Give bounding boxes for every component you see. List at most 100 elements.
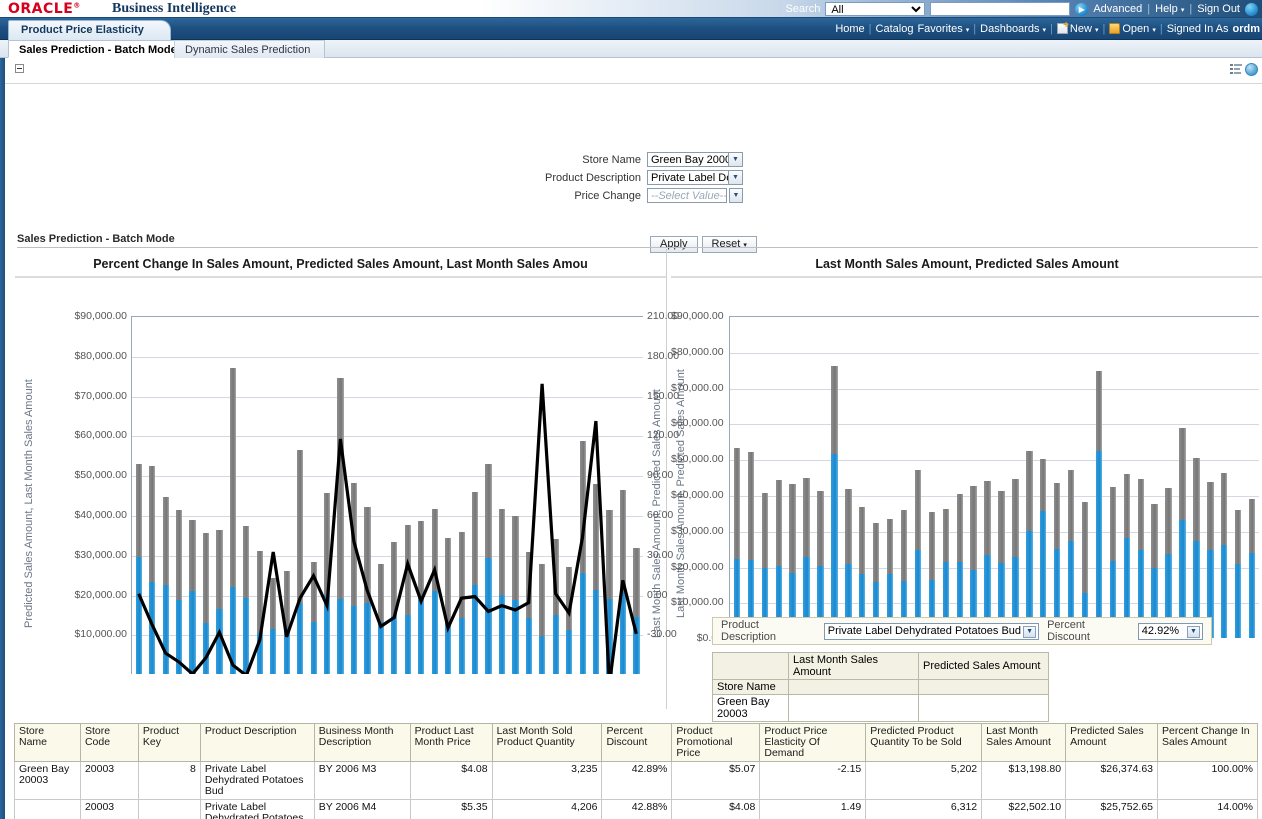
bar-predicted-sales[interactable] xyxy=(734,448,740,559)
bar-stacked[interactable] xyxy=(734,448,740,638)
bar-predicted-sales[interactable] xyxy=(943,509,949,562)
bar-predicted-sales[interactable] xyxy=(859,507,865,573)
bar-predicted-sales[interactable] xyxy=(845,489,851,564)
collapse-section-icon[interactable] xyxy=(15,64,24,73)
bar-predicted-sales[interactable] xyxy=(831,366,837,453)
bar-group[interactable] xyxy=(1134,317,1148,638)
bar-stacked[interactable] xyxy=(1068,470,1074,638)
bar-group[interactable] xyxy=(967,317,981,638)
bar-group[interactable] xyxy=(1036,317,1050,638)
bar-stacked[interactable] xyxy=(1026,451,1032,638)
bar-group[interactable] xyxy=(730,317,744,638)
bar-stacked[interactable] xyxy=(845,489,851,638)
bar-predicted-sales[interactable] xyxy=(1207,482,1213,550)
col-product-last-month-price[interactable]: Product LastMonth Price xyxy=(410,724,492,762)
bar-predicted-sales[interactable] xyxy=(776,480,782,565)
bar-group[interactable] xyxy=(744,317,758,638)
bar-stacked[interactable] xyxy=(748,452,754,638)
search-scope-select[interactable]: All xyxy=(825,2,925,16)
help-menu[interactable]: Help ▾ xyxy=(1155,3,1184,15)
bar-group[interactable] xyxy=(758,317,772,638)
bar-last-month-sales[interactable] xyxy=(1096,451,1102,638)
signed-in-username[interactable]: ordm xyxy=(1233,23,1261,35)
bar-group[interactable] xyxy=(897,317,911,638)
dashboard-tab-product-price-elasticity[interactable]: Product Price Elasticity xyxy=(8,20,171,40)
bar-predicted-sales[interactable] xyxy=(803,478,809,557)
nav-open[interactable]: Open ▾ xyxy=(1109,23,1156,35)
prompt-price-change[interactable]: --Select Value-- ▼ xyxy=(647,188,743,203)
bar-group[interactable] xyxy=(1176,317,1190,638)
chevron-down-icon[interactable]: ▼ xyxy=(729,188,743,203)
bar-predicted-sales[interactable] xyxy=(1221,473,1227,544)
col-last-month-sold-product-quantity[interactable]: Last Month SoldProduct Quantity xyxy=(492,724,602,762)
bar-stacked[interactable] xyxy=(1124,474,1130,638)
bar-group[interactable] xyxy=(1148,317,1162,638)
bar-predicted-sales[interactable] xyxy=(915,470,921,550)
nav-home[interactable]: Home xyxy=(835,23,864,35)
bar-group[interactable] xyxy=(1217,317,1231,638)
bar-predicted-sales[interactable] xyxy=(748,452,754,560)
bar-group[interactable] xyxy=(800,317,814,638)
bar-group[interactable] xyxy=(1064,317,1078,638)
bar-predicted-sales[interactable] xyxy=(1235,510,1241,565)
bar-group[interactable] xyxy=(1162,317,1176,638)
bar-group[interactable] xyxy=(981,317,995,638)
bar-stacked[interactable] xyxy=(1249,499,1255,638)
bar-group[interactable] xyxy=(1022,317,1036,638)
bar-last-month-sales[interactable] xyxy=(1235,564,1241,638)
col-product-price-elasticity-of-demand[interactable]: Product PriceElasticity OfDemand xyxy=(760,724,866,762)
bar-predicted-sales[interactable] xyxy=(1026,451,1032,531)
bar-predicted-sales[interactable] xyxy=(1096,371,1102,451)
bar-group[interactable] xyxy=(1008,317,1022,638)
bar-group[interactable] xyxy=(869,317,883,638)
bar-group[interactable] xyxy=(827,317,841,638)
bar-stacked[interactable] xyxy=(998,491,1004,638)
bar-stacked[interactable] xyxy=(776,480,782,638)
bar-stacked[interactable] xyxy=(817,491,823,638)
bar-predicted-sales[interactable] xyxy=(957,494,963,562)
bar-stacked[interactable] xyxy=(984,481,990,638)
bar-group[interactable] xyxy=(953,317,967,638)
bar-predicted-sales[interactable] xyxy=(1165,488,1171,554)
nav-favorites[interactable]: Favorites ▾ xyxy=(917,23,969,35)
sign-out-link[interactable]: Sign Out xyxy=(1197,3,1240,15)
bar-stacked[interactable] xyxy=(1193,458,1199,638)
bar-group[interactable] xyxy=(939,317,953,638)
bar-group[interactable] xyxy=(814,317,828,638)
nav-catalog[interactable]: Catalog xyxy=(876,23,914,35)
bar-group[interactable] xyxy=(1245,317,1259,638)
bar-predicted-sales[interactable] xyxy=(887,519,893,574)
bar-predicted-sales[interactable] xyxy=(789,484,795,573)
advanced-link[interactable]: Advanced xyxy=(1093,3,1142,15)
bar-stacked[interactable] xyxy=(1040,459,1046,638)
bar-group[interactable] xyxy=(841,317,855,638)
bar-predicted-sales[interactable] xyxy=(1054,483,1060,549)
bar-group[interactable] xyxy=(786,317,800,638)
bar-stacked[interactable] xyxy=(915,470,921,638)
bar-stacked[interactable] xyxy=(803,478,809,638)
control-product-description-select[interactable]: Private Label Dehydrated Potatoes Bud ▼ xyxy=(824,623,1039,640)
bar-predicted-sales[interactable] xyxy=(1082,502,1088,592)
chevron-down-icon[interactable]: ▼ xyxy=(728,153,742,166)
bar-stacked[interactable] xyxy=(1165,488,1171,639)
prompt-store-name[interactable]: Green Bay 20003 ▼ xyxy=(647,152,743,167)
bar-predicted-sales[interactable] xyxy=(762,493,768,568)
bar-predicted-sales[interactable] xyxy=(1124,474,1130,538)
bar-predicted-sales[interactable] xyxy=(929,512,935,580)
bar-last-month-sales[interactable] xyxy=(831,454,837,638)
bar-predicted-sales[interactable] xyxy=(1249,499,1255,553)
col-product-promotional-price[interactable]: ProductPromotional Price xyxy=(672,724,760,762)
bar-stacked[interactable] xyxy=(970,486,976,638)
bar-predicted-sales[interactable] xyxy=(1040,459,1046,511)
bar-stacked[interactable] xyxy=(1054,483,1060,638)
bar-predicted-sales[interactable] xyxy=(998,491,1004,563)
bar-predicted-sales[interactable] xyxy=(1110,487,1116,561)
bar-stacked[interactable] xyxy=(1235,510,1241,638)
bar-predicted-sales[interactable] xyxy=(817,491,823,566)
prompt-product-description[interactable]: Private Label Dehy ▼ xyxy=(647,170,743,185)
bar-predicted-sales[interactable] xyxy=(970,486,976,570)
col-percent-discount[interactable]: PercentDiscount xyxy=(602,724,672,762)
bar-group[interactable] xyxy=(911,317,925,638)
col-predicted-product-quantity-to-be-sold[interactable]: Predicted ProductQuantity To be Sold xyxy=(866,724,982,762)
bar-predicted-sales[interactable] xyxy=(1151,504,1157,568)
